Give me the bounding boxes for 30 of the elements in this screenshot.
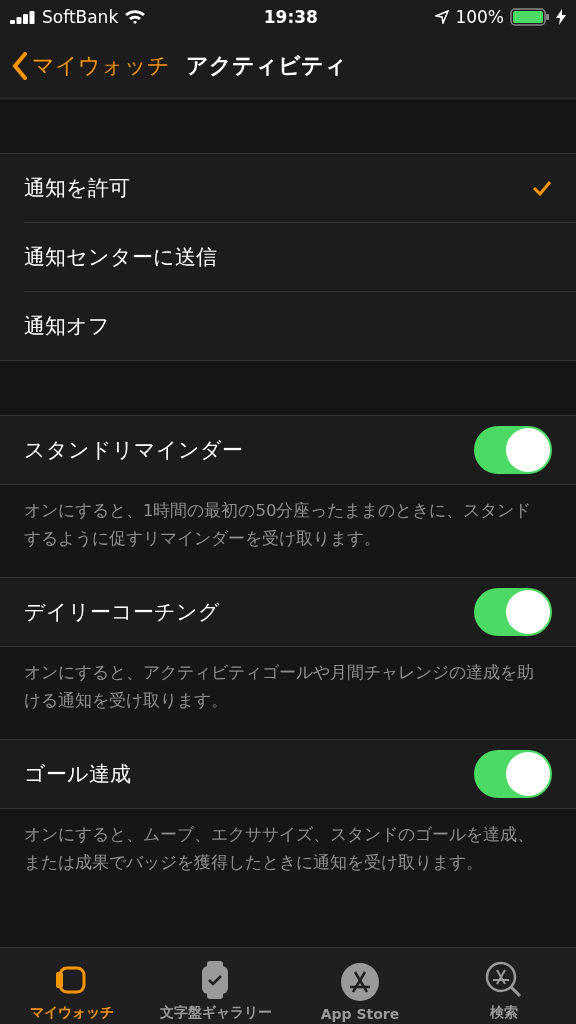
setting-label: ゴール達成 [24,761,131,788]
tab-bar-item[interactable]: App Store [288,948,432,1024]
search-icon [484,960,524,1000]
app-store-icon [340,962,380,1002]
clock-time: 19:38 [263,7,318,27]
page-title: アクティビティ [186,52,347,80]
back-button[interactable]: マイウォッチ [12,51,170,81]
chevron-left-icon [12,52,28,80]
toggle-switch[interactable] [474,426,552,474]
tab-bar-item[interactable]: マイウォッチ [0,948,144,1024]
tab-bar-item[interactable]: 検索 [432,948,576,1024]
setting-description: オンにすると、ムーブ、エクササイズ、スタンドのゴールを達成、または成果でバッジを獲得したときに通知を受け取ります。 [23,824,535,874]
setting-label: デイリーコーチング [24,599,220,626]
charging-bolt-icon [556,9,566,25]
carrier-name: SoftBank [42,7,119,27]
signal-icon [10,10,36,24]
tab-bar-item[interactable]: 文字盤ギャラリー [144,948,288,1024]
setting-label: スタンドリマインダー [24,437,243,464]
battery-icon [510,8,550,26]
toggle-switch[interactable] [474,588,552,636]
setting-description: オンにすると、1時間の最初の50分座ったままのときに、スタンドするように促すリマインダーを受け取ります。 [23,500,533,550]
notification-option[interactable]: 通知を許可 [24,154,576,222]
notification-option[interactable]: 通知オフ [24,291,576,360]
notification-option[interactable]: 通知センターに送信 [24,222,576,291]
wifi-icon [124,9,147,25]
toggle-switch[interactable] [474,750,552,798]
checkmark-icon [532,180,552,196]
location-arrow-icon [435,10,450,24]
battery-percent: 100% [455,7,504,27]
setting-description: オンにすると、アクティビティゴールや月間チャレンジの達成を助ける通知を受け取ります。 [23,662,535,712]
